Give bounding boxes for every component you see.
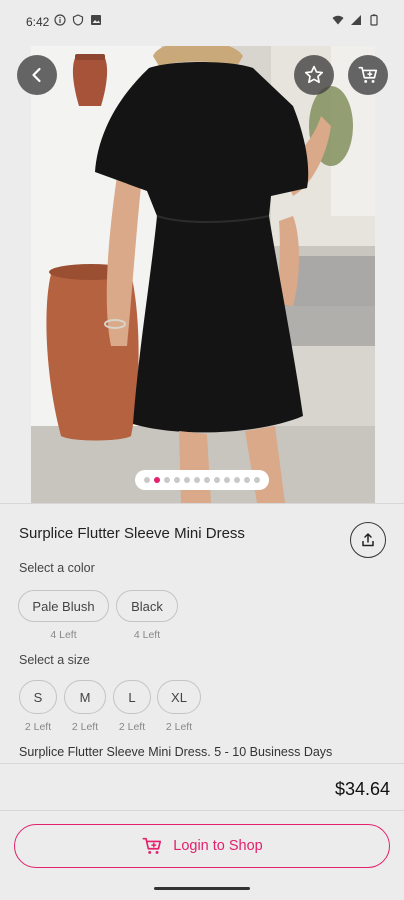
share-icon — [362, 533, 374, 547]
image-pagination[interactable] — [135, 470, 269, 490]
cart-icon — [142, 837, 162, 854]
divider — [0, 763, 404, 764]
wifi-icon — [332, 15, 344, 25]
size-section-label: Select a size — [19, 653, 90, 667]
pagination-dot[interactable] — [174, 477, 180, 483]
status-icons-left — [54, 14, 102, 26]
pagination-dot[interactable] — [204, 477, 210, 483]
size-option-m[interactable]: M — [64, 680, 106, 714]
status-time: 6:42 — [26, 15, 50, 29]
product-price: $34.64 — [334, 779, 390, 799]
share-button[interactable] — [350, 522, 386, 558]
pagination-dot[interactable] — [164, 477, 170, 483]
size-stock: 2 Left — [71, 721, 99, 733]
color-option-black[interactable]: Black — [116, 590, 178, 622]
color-option-pale-blush[interactable]: Pale Blush — [18, 590, 109, 622]
pagination-dot[interactable] — [214, 477, 220, 483]
divider — [0, 810, 404, 811]
color-section-label: Select a color — [19, 561, 95, 575]
back-arrow-icon — [32, 67, 41, 83]
login-button-label: Login to Shop — [173, 838, 263, 854]
shield-icon — [72, 14, 84, 26]
signal-icon — [351, 15, 361, 25]
pagination-dot[interactable] — [254, 477, 260, 483]
divider — [0, 503, 404, 504]
image-icon — [91, 15, 101, 25]
login-to-shop-button[interactable]: Login to Shop — [14, 824, 390, 868]
pagination-dot[interactable] — [234, 477, 240, 483]
pagination-dot[interactable] — [194, 477, 200, 483]
pagination-dot[interactable] — [184, 477, 190, 483]
product-photo — [31, 46, 375, 503]
size-option-l[interactable]: L — [113, 680, 151, 714]
star-icon — [304, 65, 324, 84]
cart-icon — [358, 66, 378, 83]
favorite-button[interactable] — [294, 55, 334, 95]
back-button[interactable] — [17, 55, 57, 95]
cart-button[interactable] — [348, 55, 388, 95]
size-stock: 2 Left — [118, 721, 146, 733]
product-title: Surplice Flutter Sleeve Mini Dress — [19, 525, 245, 542]
info-icon — [54, 14, 66, 26]
size-stock: 2 Left — [24, 721, 52, 733]
color-stock: 4 Left — [133, 629, 161, 641]
product-description: Surplice Flutter Sleeve Mini Dress. 5 - … — [19, 745, 333, 759]
color-stock: 4 Left — [50, 629, 77, 641]
size-option-s[interactable]: S — [19, 680, 57, 714]
status-icons-right — [332, 14, 380, 26]
pagination-dot[interactable] — [244, 477, 250, 483]
home-indicator[interactable] — [154, 887, 250, 890]
battery-icon — [370, 14, 378, 26]
status-bar: 6:42 — [0, 0, 404, 44]
pagination-dot[interactable] — [144, 477, 150, 483]
size-option-xl[interactable]: XL — [157, 680, 201, 714]
product-image[interactable] — [31, 46, 375, 503]
size-stock: 2 Left — [165, 721, 193, 733]
pagination-dot[interactable] — [154, 477, 160, 483]
pagination-dot[interactable] — [224, 477, 230, 483]
